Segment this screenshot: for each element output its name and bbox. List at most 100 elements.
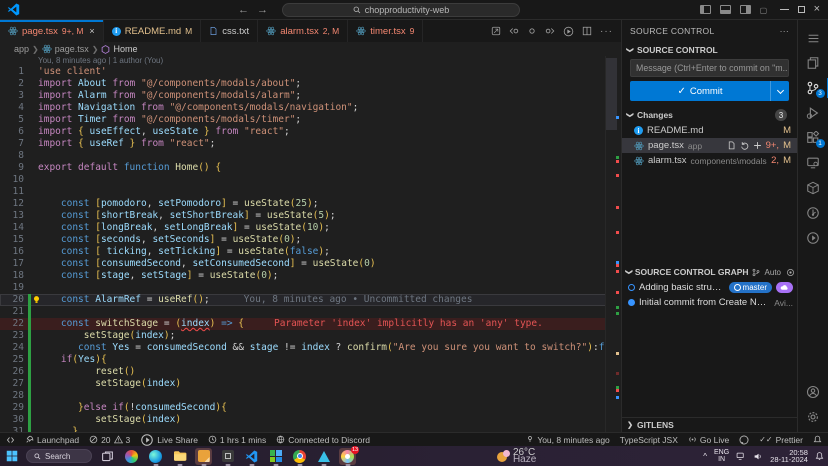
- run-debug-icon[interactable]: [798, 101, 828, 125]
- more-actions-icon[interactable]: ···: [780, 26, 789, 36]
- taskbar-app-file-explorer[interactable]: [171, 448, 188, 465]
- more-actions-icon[interactable]: ···: [600, 26, 613, 37]
- code-line-25[interactable]: 25 if(Yes){: [0, 354, 621, 366]
- taskbar-app-vscode[interactable]: [243, 448, 260, 465]
- code-line-13[interactable]: 13 const [shortBreak, setShortBreak] = u…: [0, 210, 621, 222]
- taskbar-app-task-view[interactable]: [99, 448, 116, 465]
- status-item-go-live[interactable]: Go Live: [688, 435, 729, 445]
- customize-layout-icon[interactable]: [760, 5, 771, 14]
- code-line-30[interactable]: 30 setStage(index): [0, 414, 621, 426]
- status-item-github-icon[interactable]: [739, 435, 749, 445]
- previous-change-icon[interactable]: [509, 26, 519, 36]
- status-item-launchpad[interactable]: Launchpad: [25, 435, 79, 445]
- extensions-icon[interactable]: 1: [798, 126, 828, 150]
- status-item-prettier[interactable]: ✓✓Prettier: [759, 435, 803, 445]
- code-line-2[interactable]: 2import About from "@/components/modals/…: [0, 78, 621, 90]
- code-line-7[interactable]: 7import { useRef } from "react";: [0, 138, 621, 150]
- code-line-3[interactable]: 3import Alarm from "@/components/modals/…: [0, 90, 621, 102]
- commit-dropdown-button[interactable]: [771, 81, 789, 101]
- taskbar-app-chrome[interactable]: [291, 448, 308, 465]
- commit-button[interactable]: ✓ Commit: [630, 81, 789, 101]
- code-line-4[interactable]: 4import Navigation from "@/components/mo…: [0, 102, 621, 114]
- code-line-14[interactable]: 14 const [longBreak, setLongBreak] = use…: [0, 222, 621, 234]
- breadcrumb-item-app[interactable]: app: [14, 44, 29, 54]
- status-item-20[interactable]: 203: [89, 435, 130, 445]
- toggle-secondary-sidebar-icon[interactable]: [740, 5, 751, 14]
- live-share-icon[interactable]: [798, 226, 828, 250]
- taskbar-app-drive[interactable]: [315, 448, 332, 465]
- code-line-29[interactable]: 29 }else if(!consumedSecond){: [0, 402, 621, 414]
- start-button[interactable]: [4, 449, 19, 464]
- notification-bell-icon[interactable]: [815, 451, 824, 461]
- status-item-live-share[interactable]: Live Share: [140, 433, 198, 447]
- nav-back-icon[interactable]: ←: [238, 4, 249, 16]
- stage-icon[interactable]: [753, 141, 762, 150]
- code-line-27[interactable]: 27 setStage(index): [0, 378, 621, 390]
- code-line-19[interactable]: 19: [0, 282, 621, 294]
- breadcrumb-item-Home[interactable]: Home: [113, 44, 137, 54]
- tab-css.txt[interactable]: css.txt: [201, 20, 258, 42]
- maximize-button[interactable]: [798, 6, 805, 13]
- status-item-you-8-minutes-ago[interactable]: You, 8 minutes ago: [526, 435, 609, 445]
- taskbar-app-browser-edge[interactable]: [147, 448, 164, 465]
- volume-icon[interactable]: [753, 452, 763, 461]
- minimize-button[interactable]: [780, 9, 789, 10]
- package-icon[interactable]: [798, 176, 828, 200]
- toggle-primary-sidebar-icon[interactable]: [700, 5, 711, 14]
- code-line-21[interactable]: 21: [0, 306, 621, 318]
- code-line-22[interactable]: 22 const switchStage = (index) => {Param…: [0, 318, 621, 330]
- graph-settings-icon[interactable]: [786, 268, 795, 277]
- minimap[interactable]: [605, 56, 621, 432]
- split-editor-icon[interactable]: [582, 26, 592, 36]
- explorer-icon[interactable]: [798, 51, 828, 75]
- scm-section-title[interactable]: SOURCE CONTROL: [637, 45, 718, 55]
- status-item-connected-to-discord[interactable]: Connected to Discord: [276, 435, 370, 445]
- code-line-10[interactable]: 10: [0, 174, 621, 186]
- gitlens-section[interactable]: ❯ GITLENS: [622, 417, 797, 432]
- code-line-20[interactable]: 20 const AlarmRef = useRef();You, 8 minu…: [0, 294, 621, 306]
- change-icon[interactable]: [527, 26, 537, 36]
- settings-gear-icon[interactable]: [798, 405, 828, 429]
- code-line-5[interactable]: 5import Timer from "@/components/modals/…: [0, 114, 621, 126]
- changes-section-label[interactable]: Changes: [637, 110, 673, 120]
- taskbar-app-clock-app[interactable]: 13: [339, 448, 356, 465]
- minimap-slider[interactable]: [606, 58, 617, 130]
- tab-README.md[interactable]: iREADME.mdM: [104, 20, 202, 42]
- breadcrumb-item-page.tsx[interactable]: page.tsx: [55, 44, 89, 54]
- run-button[interactable]: [563, 26, 574, 37]
- code-line-24[interactable]: 24 const Yes = consumedSecond && stage !…: [0, 342, 621, 354]
- code-line-16[interactable]: 16 const [ ticking, setTicking] = useSta…: [0, 246, 621, 258]
- menu-icon[interactable]: [798, 26, 828, 50]
- commit-row[interactable]: Initial commit from Create Next AppAvi..…: [622, 295, 797, 310]
- code-line-9[interactable]: 9export default function Home() {: [0, 162, 621, 174]
- code-line-26[interactable]: 26 reset(): [0, 366, 621, 378]
- next-change-icon[interactable]: [545, 26, 555, 36]
- code-line-15[interactable]: 15 const [seconds, setSeconds] = useStat…: [0, 234, 621, 246]
- code-line-8[interactable]: 8: [0, 150, 621, 162]
- clock-date[interactable]: 20:5828-11-2024: [770, 449, 808, 464]
- toggle-panel-icon[interactable]: [720, 5, 731, 14]
- status-item-remote-window-icon[interactable]: [6, 436, 15, 444]
- taskbar-app-notepad[interactable]: [195, 448, 212, 465]
- lightbulb-icon[interactable]: [32, 295, 41, 304]
- close-button[interactable]: ×: [814, 4, 820, 15]
- source-control-icon[interactable]: 3: [798, 76, 828, 100]
- network-icon[interactable]: [736, 452, 746, 461]
- code-line-12[interactable]: 12 const [pomodoro, setPomodoro] = useSt…: [0, 198, 621, 210]
- codelens-annotation[interactable]: You, 8 minutes ago | 1 author (You): [0, 56, 621, 66]
- language-indicator[interactable]: ENGIN: [714, 449, 729, 464]
- taskbar-app-app-colorwheel[interactable]: [123, 448, 140, 465]
- status-item-1-hrs-1-mins[interactable]: 1 hrs 1 mins: [208, 435, 266, 445]
- change-row-alarm.tsx[interactable]: alarm.tsxcomponents\modals2,M: [622, 153, 797, 168]
- discard-icon[interactable]: [740, 141, 749, 150]
- weather-widget[interactable]: 26°C Haze: [497, 449, 536, 464]
- graph-section-label[interactable]: SOURCE CONTROL GRAPH: [635, 267, 749, 277]
- change-row-page.tsx[interactable]: page.tsxapp9+,M: [622, 138, 797, 153]
- taskbar-search[interactable]: Search: [26, 449, 92, 463]
- code-editor[interactable]: You, 8 minutes ago | 1 author (You) 1'us…: [0, 56, 621, 432]
- graph-auto-label[interactable]: Auto: [765, 268, 781, 277]
- code-line-23[interactable]: 23 setStage(index);: [0, 330, 621, 342]
- tab-alarm.tsx[interactable]: alarm.tsx2, M: [258, 20, 348, 42]
- commit-message-input[interactable]: Message (Ctrl+Enter to commit on "m...: [630, 59, 789, 77]
- code-line-28[interactable]: 28: [0, 390, 621, 402]
